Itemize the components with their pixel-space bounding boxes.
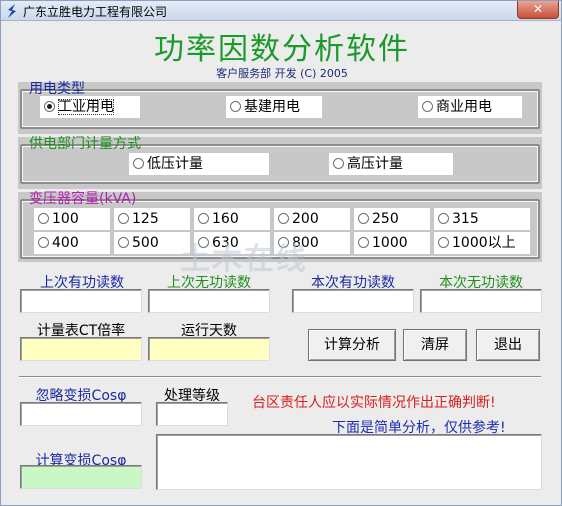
radio-indicator-icon xyxy=(118,213,129,224)
radio-indicator-icon xyxy=(38,213,49,224)
last-reactive-input[interactable] xyxy=(148,289,270,313)
radio-indicator-icon xyxy=(438,213,449,224)
radio-kva-125[interactable]: 125 xyxy=(114,208,190,230)
radio-construction[interactable]: 基建用电 xyxy=(226,96,322,118)
radio-indicator-icon xyxy=(358,213,369,224)
radio-kva-500[interactable]: 500 xyxy=(114,232,190,254)
radio-label: 低压计量 xyxy=(147,156,203,172)
clear-button[interactable]: 清屏 xyxy=(403,329,467,361)
title-bar[interactable]: 广东立胜电力工程有限公司 ✕ xyxy=(1,1,561,21)
radio-kva-400[interactable]: 400 xyxy=(34,232,110,254)
calculate-button[interactable]: 计算分析 xyxy=(308,329,396,361)
radio-low-voltage[interactable]: 低压计量 xyxy=(129,153,269,175)
radio-kva-100[interactable]: 100 xyxy=(34,208,110,230)
radio-commercial[interactable]: 商业用电 xyxy=(418,96,522,118)
app-subtitle: 客户服务部 开发 (C) 2005 xyxy=(216,67,348,80)
radio-label: 160 xyxy=(212,211,239,227)
current-active-input[interactable] xyxy=(292,289,414,313)
radio-indicator-icon xyxy=(133,158,144,169)
radio-high-voltage[interactable]: 高压计量 xyxy=(329,153,453,175)
radio-label: 315 xyxy=(452,211,479,227)
radio-label: 400 xyxy=(52,235,79,251)
main-window: 广东立胜电力工程有限公司 ✕ 功率因数分析软件 客户服务部 开发 (C) 200… xyxy=(0,0,562,506)
radio-label: 基建用电 xyxy=(244,99,300,115)
radio-indicator-icon xyxy=(118,237,129,248)
radio-label: 125 xyxy=(132,211,159,227)
client-area: 功率因数分析软件 客户服务部 开发 (C) 2005 用电类型 工业用电 基建用… xyxy=(2,22,560,505)
current-reactive-input[interactable] xyxy=(420,289,542,313)
window-title: 广东立胜电力工程有限公司 xyxy=(23,5,168,19)
radio-industrial[interactable]: 工业用电 xyxy=(40,96,140,118)
usage-type-legend: 用电类型 xyxy=(29,81,85,97)
ignore-loss-input[interactable] xyxy=(20,402,142,426)
radio-label: 200 xyxy=(292,211,319,227)
radio-indicator-icon xyxy=(422,101,433,112)
radio-kva-160[interactable]: 160 xyxy=(194,208,270,230)
radio-indicator-icon xyxy=(438,237,449,248)
radio-label: 500 xyxy=(132,235,159,251)
radio-label: 1000 xyxy=(372,235,408,251)
transformer-legend: 变压器容量(kVA) xyxy=(29,191,137,207)
radio-label: 工业用电 xyxy=(58,99,114,115)
radio-kva-over-1000[interactable]: 1000以上 xyxy=(434,232,530,254)
radio-label: 高压计量 xyxy=(347,156,403,172)
separator-line xyxy=(19,376,541,378)
warning-text: 台区责任人应以实际情况作出正确判断! xyxy=(252,395,496,411)
radio-indicator-icon xyxy=(278,213,289,224)
level-input[interactable] xyxy=(156,402,228,426)
radio-kva-315[interactable]: 315 xyxy=(434,208,530,230)
app-logo-icon xyxy=(8,4,16,18)
radio-label: 100 xyxy=(52,211,79,227)
radio-indicator-icon xyxy=(230,101,241,112)
radio-indicator-checked-icon xyxy=(44,101,55,112)
radio-indicator-icon xyxy=(38,237,49,248)
radio-indicator-icon xyxy=(198,213,209,224)
radio-kva-200[interactable]: 200 xyxy=(274,208,350,230)
ct-ratio-input[interactable] xyxy=(20,337,142,361)
analysis-result-textarea[interactable] xyxy=(156,434,542,490)
radio-kva-250[interactable]: 250 xyxy=(354,208,430,230)
run-days-input[interactable] xyxy=(148,337,270,361)
computed-loss-input[interactable] xyxy=(20,465,142,489)
app-title: 功率因数分析软件 xyxy=(154,32,410,67)
metering-legend: 供电部门计量方式 xyxy=(29,136,141,152)
radio-label: 1000以上 xyxy=(452,235,516,251)
radio-label: 250 xyxy=(372,211,399,227)
last-active-input[interactable] xyxy=(20,289,142,313)
radio-indicator-icon xyxy=(358,237,369,248)
radio-kva-1000[interactable]: 1000 xyxy=(354,232,430,254)
close-button[interactable]: ✕ xyxy=(517,1,559,19)
exit-button[interactable]: 退出 xyxy=(476,329,540,361)
radio-indicator-icon xyxy=(333,158,344,169)
radio-label: 商业用电 xyxy=(436,99,492,115)
